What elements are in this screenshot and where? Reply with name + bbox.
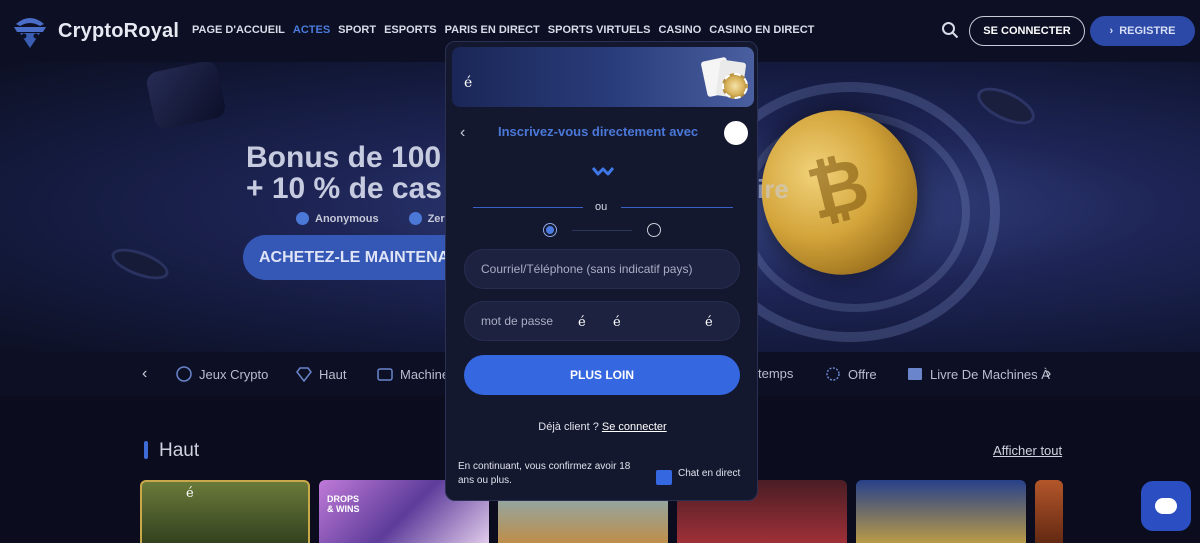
- nav-item-live-casino[interactable]: CASINO EN DIRECT: [709, 24, 814, 36]
- category-label: temps: [758, 366, 794, 381]
- game-tile[interactable]: é: [140, 480, 310, 543]
- provider-button[interactable]: [724, 121, 748, 145]
- already-client-text: Déjà client ? Se connecter: [446, 421, 757, 433]
- step-radio[interactable]: [647, 223, 661, 237]
- chevron-right-icon[interactable]: ›: [1046, 365, 1051, 383]
- signup-modal: é ‹ Inscrivez-vous directement avec ou C…: [445, 41, 758, 501]
- slot-machine-icon: [377, 368, 393, 381]
- age-confirmation-text: En continuant, vous confirmez avoir 18 a…: [458, 461, 631, 486]
- category-label: Offre: [848, 366, 877, 382]
- category-label: Machine: [400, 366, 450, 382]
- password-glyph: é: [705, 315, 713, 330]
- poker-chip-image: [107, 242, 173, 286]
- step-radio-selected[interactable]: [543, 223, 557, 237]
- page: CryptoRoyal PAGE D'ACCUEIL ACTES SPORT E…: [0, 0, 1200, 543]
- drops-wins-badge: DROPS & WINS: [327, 494, 360, 514]
- nav-item-sport[interactable]: SPORT: [338, 24, 376, 36]
- chat-bubble-icon: [1155, 498, 1177, 514]
- back-arrow-icon[interactable]: ‹: [460, 124, 465, 142]
- register-label: REGISTRE: [1119, 25, 1176, 37]
- email-phone-input[interactable]: Courriel/Téléphone (sans indicatif pays): [464, 249, 740, 289]
- login-link[interactable]: Se connecter: [602, 421, 667, 433]
- poker-chip-image: [971, 80, 1041, 132]
- or-separator: ou: [595, 201, 608, 213]
- dice-image: [144, 62, 228, 131]
- category-crypto-games[interactable]: Jeux Crypto: [175, 366, 268, 382]
- step-connector: [572, 230, 632, 231]
- feature-anonymous: Anonymous: [296, 212, 379, 225]
- category-machine-book[interactable]: Livre De Machines À: [906, 366, 1050, 382]
- nav-item-home[interactable]: PAGE D'ACCUEIL: [192, 24, 285, 36]
- search-icon[interactable]: [941, 21, 959, 39]
- see-all-link[interactable]: Afficher tout: [993, 443, 1062, 458]
- divider-line-right: [621, 207, 733, 208]
- live-chat-link[interactable]: Chat en direct: [678, 468, 740, 479]
- category-label: Haut: [319, 366, 347, 382]
- check-icon: [296, 212, 309, 225]
- divider-line-left: [473, 207, 583, 208]
- nav-item-live-betting[interactable]: PARIS EN DIRECT: [445, 24, 540, 36]
- section-accent-bar: [144, 441, 148, 459]
- nav-item-virtual-sports[interactable]: SPORTS VIRTUELS: [548, 24, 651, 36]
- check-icon: [408, 212, 422, 225]
- category-label: Livre De Machines À: [930, 366, 1050, 382]
- next-button[interactable]: PLUS LOIN: [464, 355, 740, 395]
- brand-logo[interactable]: CryptoRoyal: [10, 12, 179, 50]
- hero-features: Anonymous Zero: [296, 212, 451, 225]
- feature-label: Anonymous: [315, 212, 379, 225]
- password-placeholder: mot de passe: [481, 314, 554, 328]
- chat-icon[interactable]: [656, 470, 672, 485]
- banner-text: é: [464, 75, 473, 91]
- chevron-right-icon: ›: [1109, 25, 1114, 37]
- logo-icon: [14, 18, 46, 48]
- login-button[interactable]: SE CONNECTER: [969, 16, 1085, 46]
- nav-item-esports[interactable]: ESPORTS: [384, 24, 437, 36]
- bitcoin-icon: ₿: [799, 140, 877, 237]
- category-label: Jeux Crypto: [199, 366, 269, 382]
- password-glyph: é: [578, 315, 586, 330]
- category-top[interactable]: Haut: [295, 366, 346, 382]
- game-tile[interactable]: [856, 480, 1026, 543]
- nav-item-casino[interactable]: CASINO: [658, 24, 701, 36]
- email-phone-placeholder: Courriel/Téléphone (sans indicatif pays): [481, 262, 693, 276]
- modal-heading: Inscrivez-vous directement avec: [498, 124, 699, 139]
- main-nav: PAGE D'ACCUEIL ACTES SPORT ESPORTS PARIS…: [192, 24, 814, 36]
- hero-title-fragment: ire: [757, 174, 789, 204]
- nav-item-actes[interactable]: ACTES: [293, 24, 330, 36]
- brand-name: CryptoRoyal: [58, 19, 180, 42]
- crypto-icon: [176, 366, 192, 382]
- walletconnect-icon[interactable]: [592, 164, 614, 178]
- category-realtime[interactable]: temps: [758, 366, 793, 381]
- register-button[interactable]: › REGISTRE: [1090, 16, 1195, 46]
- cards-and-chip-image: [700, 56, 748, 101]
- chat-widget-button[interactable]: [1141, 481, 1191, 531]
- diamond-icon: [296, 367, 312, 382]
- game-tile-label: é: [186, 486, 194, 501]
- category-slot-machines[interactable]: Machine: [376, 366, 449, 382]
- password-glyph: é: [613, 315, 621, 330]
- category-offer[interactable]: Offre: [824, 366, 877, 382]
- already-client-label: Déjà client ?: [538, 421, 602, 433]
- chevron-left-icon[interactable]: ‹: [142, 365, 147, 383]
- book-icon: [908, 368, 922, 380]
- hero-title-line1: Bonus de 100: [246, 141, 442, 174]
- badge-icon: [826, 367, 840, 381]
- password-input[interactable]: mot de passe é é é: [464, 301, 740, 341]
- modal-banner: é: [452, 47, 754, 107]
- game-tile[interactable]: [1035, 480, 1063, 543]
- section-title: Haut: [159, 440, 200, 461]
